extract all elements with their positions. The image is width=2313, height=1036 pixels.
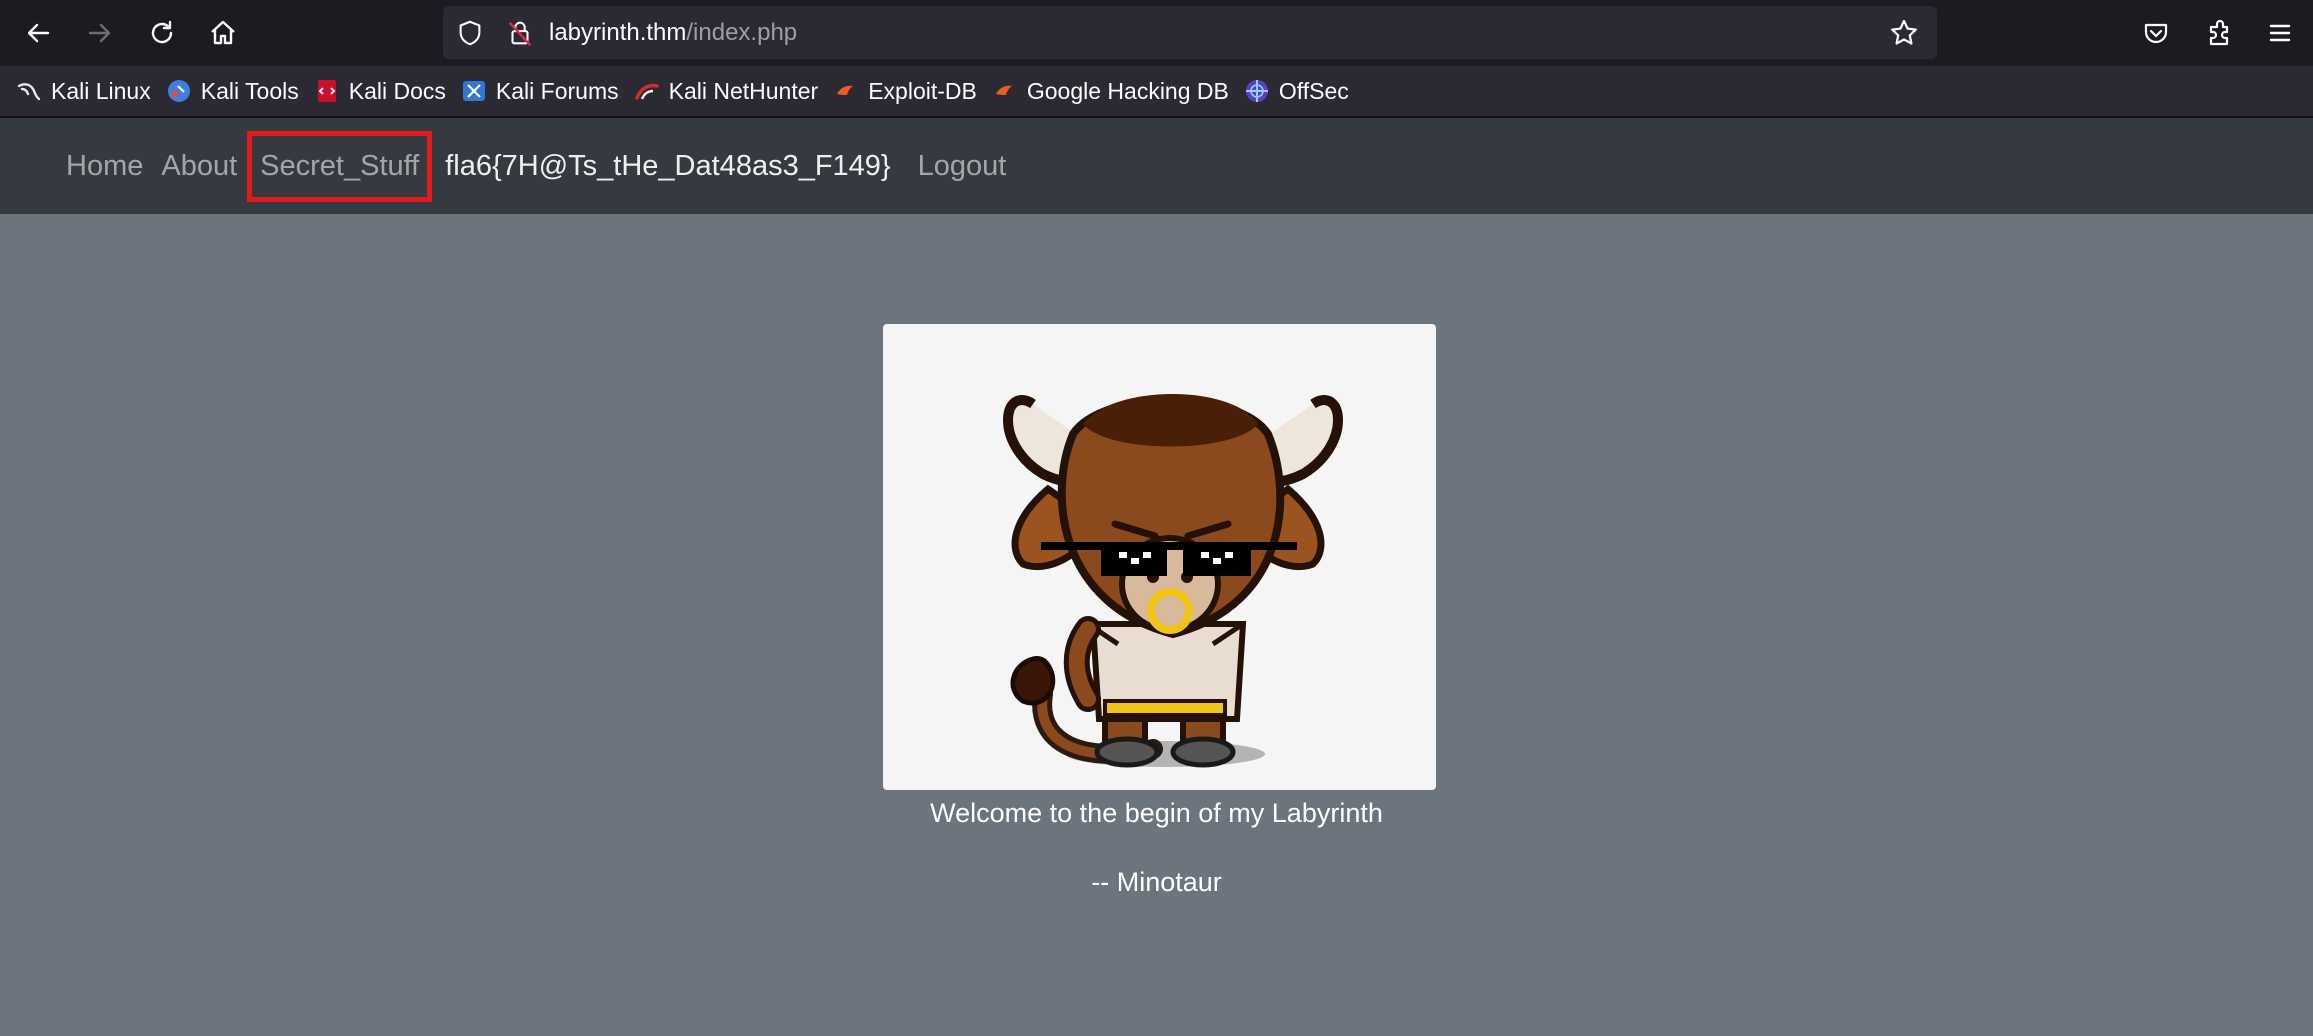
bookmark-label: Kali Docs	[348, 77, 446, 104]
bookmark-offsec[interactable]: OffSec	[1244, 78, 1349, 105]
welcome-text: Welcome to the begin of my Labyrinth	[930, 798, 1383, 828]
pocket-icon[interactable]	[2132, 9, 2180, 57]
signature-text: -- Minotaur	[1091, 867, 1222, 897]
bookmark-label: OffSec	[1278, 77, 1349, 104]
nav-home[interactable]: Home	[57, 150, 152, 183]
url-host: labyrinth.thm	[549, 19, 687, 46]
bookmark-kali-linux[interactable]: Kali Linux	[16, 78, 151, 105]
site-navbar: Home About Secret_Stuff fla6{7H@Ts_tHe_D…	[0, 118, 2313, 214]
kali-dragon-icon	[16, 78, 42, 104]
bookmark-label: Google Hacking DB	[1026, 77, 1229, 104]
forward-icon[interactable]	[76, 9, 124, 57]
bookmark-kali-docs[interactable]: Kali Docs	[314, 78, 446, 105]
bookmark-star-icon[interactable]	[1885, 14, 1923, 52]
home-icon[interactable]	[199, 9, 247, 57]
menu-icon[interactable]	[2256, 9, 2304, 57]
reload-icon[interactable]	[138, 9, 186, 57]
browser-toolbar: labyrinth.thm/index.php	[0, 0, 2313, 66]
url-path: /index.php	[686, 19, 798, 46]
bookmark-kali-forums[interactable]: Kali Forums	[461, 78, 619, 105]
minotaur-mascot-image	[883, 324, 1436, 790]
bookmark-label: Kali NetHunter	[668, 77, 819, 104]
back-icon[interactable]	[14, 9, 62, 57]
bookmarks-toolbar: Kali Linux Kali Tools Kali Docs Kali For…	[0, 66, 2313, 118]
url-bar[interactable]: labyrinth.thm/index.php	[443, 6, 1937, 59]
bookmark-google-hacking-db[interactable]: Google Hacking DB	[992, 78, 1229, 105]
kali-docs-icon	[314, 78, 340, 104]
bookmark-label: Kali Forums	[495, 77, 619, 104]
kali-forums-icon	[461, 78, 487, 104]
bookmark-kali-nethunter[interactable]: Kali NetHunter	[634, 77, 819, 105]
nav-flag[interactable]: fla6{7H@Ts_tHe_Dat48as3_F149}	[436, 150, 899, 183]
extensions-icon[interactable]	[2195, 9, 2243, 57]
ghdb-icon	[992, 78, 1018, 104]
lock-icon[interactable]	[501, 14, 539, 52]
offsec-icon	[1244, 78, 1270, 104]
bookmark-label: Exploit-DB	[868, 77, 977, 104]
exploit-db-icon	[833, 78, 859, 104]
nav-secret-stuff[interactable]: Secret_Stuff	[247, 130, 433, 202]
shield-icon[interactable]	[451, 14, 489, 52]
main-content: Welcome to the begin of my Labyrinth -- …	[0, 214, 2313, 1034]
kali-nethunter-icon	[634, 78, 660, 104]
kali-tools-icon	[166, 78, 192, 104]
bookmark-label: Kali Tools	[200, 77, 299, 104]
bookmark-exploit-db[interactable]: Exploit-DB	[833, 78, 977, 105]
nav-about[interactable]: About	[152, 150, 246, 183]
bookmark-kali-tools[interactable]: Kali Tools	[166, 78, 299, 105]
bookmark-label: Kali Linux	[51, 77, 151, 104]
url-text[interactable]: labyrinth.thm/index.php	[549, 6, 797, 59]
nav-logout[interactable]: Logout	[900, 150, 1016, 183]
